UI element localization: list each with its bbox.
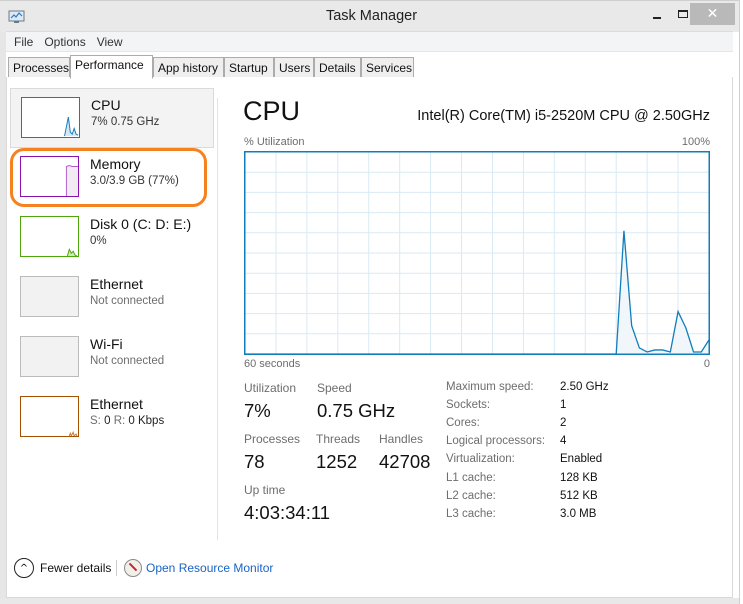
spec-value: 128 KB bbox=[560, 471, 598, 484]
title-bar[interactable]: Task Manager ✕ bbox=[0, 0, 743, 32]
menu-options[interactable]: Options bbox=[42, 32, 90, 51]
spec-label: L3 cache: bbox=[446, 507, 496, 520]
cpu-thumbnail-graph bbox=[21, 97, 80, 138]
tab-services[interactable]: Services bbox=[361, 57, 414, 78]
utilization-label: Utilization bbox=[244, 381, 297, 395]
speed-label: Speed bbox=[317, 381, 352, 395]
spec-value: 2 bbox=[560, 417, 567, 430]
wifi-thumbnail-graph bbox=[20, 336, 79, 377]
processes-value: 78 bbox=[244, 451, 265, 472]
threads-value: 1252 bbox=[316, 451, 358, 472]
menu-bar: File Options View bbox=[6, 31, 733, 51]
chart-x-end-label: 0 bbox=[703, 358, 710, 370]
ethernet-thumbnail-graph bbox=[20, 276, 79, 317]
receive-label: R: bbox=[113, 415, 126, 427]
sidebar-item-ethernet-1[interactable]: Ethernet Not connected bbox=[10, 268, 214, 328]
spec-value: 4 bbox=[560, 435, 567, 448]
spec-value: 1 bbox=[560, 399, 567, 412]
task-manager-window: Task Manager ✕ File Options View Process… bbox=[0, 0, 743, 604]
menu-view[interactable]: View bbox=[95, 32, 128, 51]
spec-label: Virtualization: bbox=[446, 453, 515, 466]
uptime-label: Up time bbox=[244, 483, 286, 497]
sidebar-item-sub: 7% 0.75 GHz bbox=[91, 116, 160, 128]
tab-users[interactable]: Users bbox=[274, 57, 314, 78]
handles-value: 42708 bbox=[379, 451, 431, 472]
spec-label: L2 cache: bbox=[446, 489, 496, 502]
tab-processes[interactable]: Processes bbox=[8, 57, 70, 78]
disk-thumbnail-graph bbox=[20, 216, 79, 257]
chart-x-start-label: 60 seconds bbox=[244, 358, 301, 370]
memory-highlight-annotation bbox=[10, 148, 207, 207]
send-label: S: bbox=[90, 415, 101, 427]
sidebar-item-sub: Not connected bbox=[90, 355, 165, 367]
chevron-up-circle-icon[interactable]: ^ bbox=[14, 558, 34, 578]
receive-value: 0 Kbps bbox=[128, 415, 165, 427]
sidebar-item-disk[interactable]: Disk 0 (C: D: E:) 0% bbox=[10, 208, 214, 268]
spec-value: Enabled bbox=[560, 453, 603, 466]
spec-label: Maximum speed: bbox=[446, 381, 534, 393]
open-resource-monitor-link[interactable]: Open Resource Monitor bbox=[146, 561, 273, 575]
tab-strip: Processes Performance App history Startu… bbox=[6, 51, 733, 79]
processes-label: Processes bbox=[244, 432, 301, 446]
ethernet-2-thumbnail-graph bbox=[20, 396, 79, 437]
cpu-utilization-area bbox=[245, 230, 709, 354]
minimize-icon bbox=[653, 17, 661, 19]
cpu-utilization-chart bbox=[244, 151, 710, 355]
close-button[interactable]: ✕ bbox=[690, 3, 735, 25]
window-title: Task Manager bbox=[325, 8, 418, 24]
spec-label: Sockets: bbox=[446, 399, 491, 412]
maximize-icon bbox=[678, 10, 688, 18]
cpu-utilization-line bbox=[245, 230, 710, 355]
footer-separator bbox=[116, 560, 117, 576]
spec-label: Logical processors: bbox=[446, 435, 546, 448]
spec-label: L1 cache: bbox=[446, 471, 496, 484]
chart-y-max-label: 100% bbox=[681, 136, 710, 148]
chart-y-label: % Utilization bbox=[244, 136, 305, 148]
sidebar-item-cpu[interactable]: CPU 7% 0.75 GHz bbox=[10, 88, 214, 148]
footer: ^ Fewer details Open Resource Monitor bbox=[6, 550, 733, 588]
resource-monitor-icon bbox=[124, 559, 142, 577]
minimize-button[interactable] bbox=[644, 3, 670, 25]
sidebar-item-sub: 0% bbox=[90, 235, 107, 247]
uptime-value: 4:03:34:11 bbox=[244, 502, 331, 523]
menu-file[interactable]: File bbox=[12, 32, 38, 51]
threads-label: Threads bbox=[316, 432, 361, 446]
sidebar-item-name: CPU bbox=[91, 97, 121, 113]
sidebar-item-sub: S: 0 R: 0 Kbps bbox=[90, 415, 164, 427]
fewer-details-button[interactable]: Fewer details bbox=[40, 561, 111, 575]
tab-startup[interactable]: Startup bbox=[224, 57, 274, 78]
window-bottom-edge bbox=[0, 598, 743, 604]
close-icon: ✕ bbox=[706, 6, 719, 22]
page-title: CPU bbox=[243, 96, 301, 126]
sidebar-item-name: Wi-Fi bbox=[90, 336, 123, 352]
sidebar-item-name: Ethernet bbox=[90, 276, 143, 292]
spec-value: 2.50 GHz bbox=[560, 381, 609, 393]
spec-label: Cores: bbox=[446, 417, 480, 430]
sidebar-item-sub: Not connected bbox=[90, 295, 165, 307]
utilization-value: 7% bbox=[244, 400, 271, 421]
sidebar-item-ethernet-2[interactable]: Ethernet S: 0 R: 0 Kbps bbox=[10, 388, 214, 448]
spec-value: 3.0 MB bbox=[560, 507, 597, 520]
speed-value: 0.75 GHz bbox=[317, 400, 396, 421]
spec-value: 512 KB bbox=[560, 489, 598, 502]
handles-label: Handles bbox=[379, 432, 424, 446]
desktop-edge bbox=[739, 0, 743, 604]
tab-app-history[interactable]: App history bbox=[153, 57, 224, 78]
cpu-model-name: Intel(R) Core(TM) i5-2520M CPU @ 2.50GHz bbox=[417, 108, 710, 124]
tab-details[interactable]: Details bbox=[314, 57, 361, 78]
send-value: 0 bbox=[104, 415, 111, 427]
tab-performance[interactable]: Performance bbox=[70, 55, 153, 79]
sidebar-divider bbox=[217, 98, 218, 540]
sidebar-item-name: Disk 0 (C: D: E:) bbox=[90, 216, 192, 232]
sidebar-item-name: Ethernet bbox=[90, 396, 143, 412]
sidebar-item-wifi[interactable]: Wi-Fi Not connected bbox=[10, 328, 214, 388]
